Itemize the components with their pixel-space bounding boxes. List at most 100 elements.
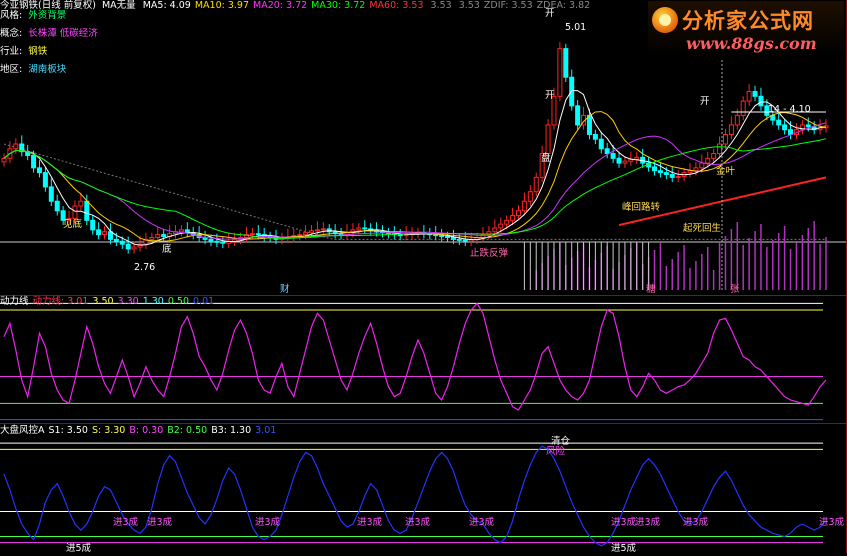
pane-value: S: 3.30 bbox=[91, 425, 126, 436]
candle-body bbox=[249, 233, 255, 236]
ma-value: MA20: 3.72 bbox=[253, 0, 308, 11]
signal-pan: 盘 bbox=[541, 153, 551, 164]
candle-body bbox=[652, 166, 658, 172]
info-key: 风格: bbox=[0, 10, 23, 21]
signal-fengxian: 风险 bbox=[546, 446, 566, 457]
info-row: 地区: 湖南板块 bbox=[0, 64, 66, 76]
warn-label: 进3成 bbox=[113, 517, 139, 528]
momentum-line bbox=[3, 302, 827, 411]
main-header: 今亚钢铁(日线 前复权) MA无量 MA5: 4.09 MA10: 3.97 MA2… bbox=[0, 0, 590, 12]
candle-body bbox=[96, 229, 102, 236]
candle-body bbox=[208, 238, 214, 242]
candle-body bbox=[610, 153, 616, 159]
warn-label: 进3成 bbox=[147, 517, 173, 528]
pane-value: 动力线: 3.01 bbox=[32, 296, 89, 307]
pane-value: 3.01 bbox=[255, 425, 277, 436]
candle-body bbox=[504, 219, 510, 225]
candle-body bbox=[31, 154, 37, 169]
candle-body bbox=[1, 157, 7, 163]
candle-body bbox=[433, 234, 439, 237]
candle-body bbox=[717, 143, 723, 155]
candle-body bbox=[78, 200, 84, 207]
candle-body bbox=[687, 170, 693, 174]
risk-pane-header: 大盘风控A S1: 3.50 S: 3.30 B: 0.30 B2: 0.50 B3: 1… bbox=[0, 425, 276, 437]
candle-body bbox=[36, 167, 42, 174]
candle-body bbox=[533, 176, 539, 193]
candle-body bbox=[84, 200, 90, 221]
candle-body bbox=[178, 229, 184, 233]
signal-kai-1: 开 bbox=[545, 8, 555, 19]
candle-body bbox=[13, 143, 19, 150]
warn-label: 进3成 bbox=[611, 517, 637, 528]
pane-value: S1: 3.50 bbox=[48, 425, 88, 436]
candle-body bbox=[711, 153, 717, 159]
candle-body bbox=[48, 186, 54, 202]
ma-line bbox=[3, 111, 827, 242]
candle-body bbox=[362, 227, 368, 230]
ma-value: MA5: 4.09 bbox=[142, 0, 191, 11]
candle-body bbox=[220, 241, 226, 244]
candle-body bbox=[450, 236, 456, 240]
candle-body bbox=[320, 228, 326, 231]
warn-label: 进3成 bbox=[255, 517, 281, 528]
info-row: 风格: 外资背景 bbox=[0, 10, 66, 22]
candle-body bbox=[492, 227, 498, 233]
candle-body bbox=[510, 215, 516, 221]
candle-body bbox=[439, 235, 445, 238]
signal-kai-3: 开 bbox=[700, 96, 710, 107]
candle-body bbox=[788, 129, 794, 135]
kline-chart bbox=[0, 41, 846, 547]
candle-body bbox=[184, 229, 190, 234]
candle-body bbox=[622, 160, 628, 164]
candle-body bbox=[693, 167, 699, 172]
info-row: 概念: 长株潭 低碳经济 bbox=[0, 28, 98, 40]
ma-line bbox=[3, 122, 827, 240]
ma-value: 3.53 bbox=[455, 0, 480, 11]
candle-body bbox=[214, 240, 220, 243]
candle-body bbox=[72, 205, 78, 219]
candle-body bbox=[663, 172, 669, 176]
candle-body bbox=[805, 124, 811, 128]
candle-body bbox=[113, 238, 119, 242]
candle-body bbox=[740, 100, 746, 116]
momentum-pane-header: 动力线 动力线: 3.01 3.50 3.30 1.30 0.50 0.01 bbox=[0, 296, 214, 308]
candle-body bbox=[309, 230, 315, 234]
info-value: 钢铁 bbox=[28, 46, 48, 57]
candle-body bbox=[776, 119, 782, 126]
candle-body bbox=[705, 157, 711, 164]
warn-label: 进3成 bbox=[635, 517, 661, 528]
signal-jinye: 金叶 bbox=[716, 166, 736, 177]
warn-label: 进3成 bbox=[819, 517, 845, 528]
high-price-label: 5.01 bbox=[565, 22, 587, 33]
candle-body bbox=[462, 239, 468, 242]
pane-value: B3: 1.30 bbox=[211, 425, 252, 436]
candle-body bbox=[102, 231, 108, 236]
info-value: 湖南板块 bbox=[28, 64, 67, 75]
candle-body bbox=[728, 124, 734, 135]
candle-body bbox=[746, 91, 752, 102]
watermark-logo: 分析家公式网 www.88gs.com bbox=[648, 1, 844, 57]
candle-body bbox=[303, 232, 309, 236]
candle-body bbox=[498, 223, 504, 229]
candle-body bbox=[314, 229, 320, 232]
pane-name: 动力线 bbox=[0, 296, 29, 307]
candle-body bbox=[657, 170, 663, 174]
pane-name: 大盘风控A bbox=[0, 425, 45, 436]
candle-body bbox=[297, 234, 303, 237]
pane-value: B2: 0.50 bbox=[167, 425, 208, 436]
ma-value: MA10: 3.97 bbox=[194, 0, 249, 11]
warn-label: 进3成 bbox=[469, 517, 495, 528]
candle-body bbox=[161, 234, 167, 238]
warn-label: 进3成 bbox=[683, 517, 709, 528]
event-cai: 财 bbox=[280, 284, 290, 295]
low-price-label: 2.76 bbox=[134, 262, 156, 273]
pane-value: 3.30 bbox=[117, 296, 139, 307]
candle-body bbox=[119, 240, 125, 245]
info-row: 行业: 钢铁 bbox=[0, 46, 47, 58]
candle-body bbox=[125, 243, 131, 250]
candle-body bbox=[669, 174, 675, 178]
chart-stage: 今亚钢铁(日线 前复权) MA无量 MA5: 4.09 MA10: 3.97 MA2… bbox=[0, 0, 847, 554]
candle-body bbox=[722, 133, 728, 145]
candle-body bbox=[604, 148, 610, 155]
candle-body bbox=[155, 234, 161, 238]
